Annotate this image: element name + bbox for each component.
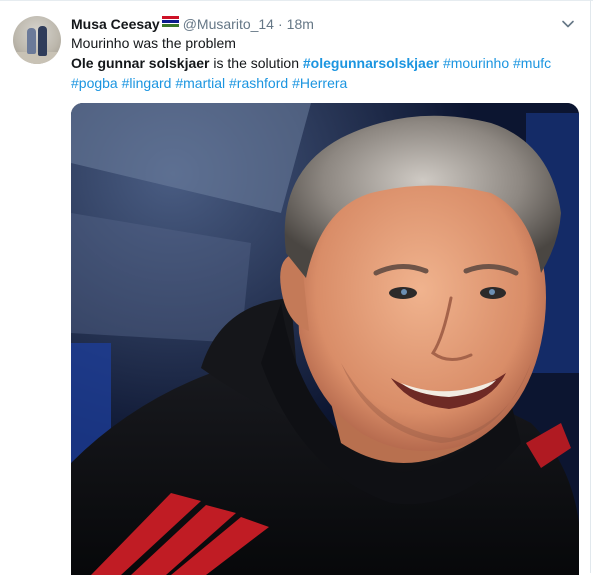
hashtag-link[interactable]: #Herrera [292, 75, 347, 91]
hashtag-link[interactable]: #rashford [229, 75, 288, 91]
user-display-name[interactable]: Musa Ceesay [71, 16, 160, 32]
hashtag-link[interactable]: #mourinho [443, 55, 509, 71]
hashtag-link[interactable]: #pogba [71, 75, 118, 91]
user-avatar[interactable] [13, 16, 61, 64]
user-handle[interactable]: @Musarito_14 [183, 16, 274, 32]
tweet-text-line-3: #pogba #lingard #martial #rashford #Herr… [71, 74, 347, 93]
photo-illustration [71, 103, 579, 575]
chevron-down-icon[interactable] [561, 17, 575, 31]
tweet-header: Musa Ceesay @Musarito_14 · 18m [71, 14, 314, 34]
tweet-text-line-1: Mourinho was the problem [71, 35, 236, 51]
tweet-photo[interactable] [71, 103, 579, 575]
tweet-text-line-2: Ole gunnar solskjaer is the solution #ol… [71, 55, 552, 71]
gambia-flag-icon [161, 15, 179, 27]
hashtag-link[interactable]: #lingard [122, 75, 172, 91]
hashtag-link[interactable]: #martial [175, 75, 225, 91]
bold-name: Ole gunnar solskjaer [71, 55, 210, 71]
top-border [0, 0, 593, 1]
tweet-timestamp[interactable]: 18m [287, 16, 314, 32]
right-border [590, 0, 591, 573]
hashtag-link[interactable]: #olegunnarsolskjaer [303, 55, 439, 71]
hashtag-link[interactable]: #mufc [513, 55, 551, 71]
separator-dot: · [277, 16, 283, 32]
